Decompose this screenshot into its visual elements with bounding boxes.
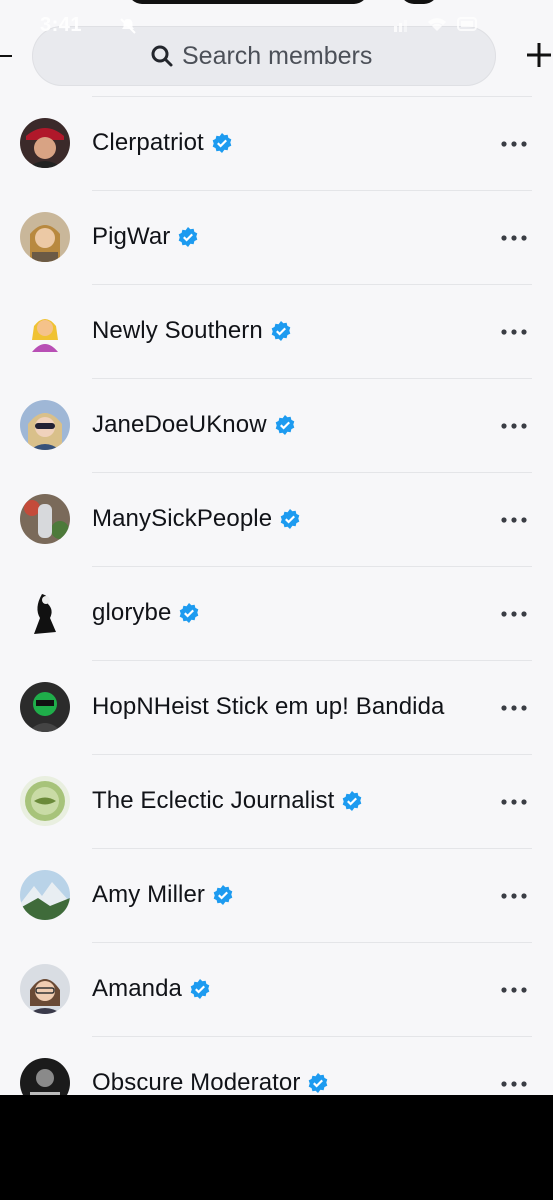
member-row[interactable]: PigWar	[0, 190, 553, 284]
member-name[interactable]: The Eclectic Journalist	[92, 787, 334, 815]
back-icon[interactable]	[0, 55, 12, 57]
member-row[interactable]: Clerpatriot	[0, 96, 553, 190]
avatar[interactable]	[20, 588, 70, 638]
verified-badge-icon	[179, 227, 198, 247]
row-divider	[92, 284, 532, 285]
verified-badge-icon	[280, 509, 300, 529]
member-name[interactable]: HopNHeist Stick em up! Bandida	[92, 693, 445, 721]
mute-bell-icon	[120, 18, 136, 34]
more-options-icon[interactable]	[500, 422, 528, 430]
member-name[interactable]: Amy Miller	[92, 881, 205, 909]
member-name[interactable]: PigWar	[92, 223, 170, 251]
status-time: 3:41	[40, 14, 83, 36]
more-options-icon[interactable]	[500, 140, 528, 148]
add-member-icon[interactable]	[524, 40, 553, 70]
more-options-icon[interactable]	[500, 798, 528, 806]
row-divider	[92, 942, 532, 943]
verified-badge-icon	[180, 603, 199, 623]
member-row[interactable]: ManySickPeople	[0, 472, 553, 566]
verified-badge-icon	[275, 415, 294, 435]
row-divider	[92, 190, 532, 191]
row-divider	[92, 848, 532, 849]
verified-badge-icon	[309, 1073, 328, 1093]
search-icon	[151, 45, 173, 67]
member-name[interactable]: Obscure Moderator	[92, 1069, 300, 1095]
more-options-icon[interactable]	[500, 704, 528, 712]
black-bar	[0, 1095, 553, 1200]
member-name[interactable]: Amanda	[92, 975, 182, 1003]
dynamic-island	[128, 0, 368, 4]
search-field[interactable]: Search members	[150, 40, 372, 72]
row-divider	[92, 754, 532, 755]
more-options-icon[interactable]	[500, 234, 528, 242]
verified-badge-icon	[212, 133, 232, 153]
avatar[interactable]	[20, 682, 70, 732]
search-placeholder: Search members	[182, 41, 373, 70]
row-divider	[92, 96, 532, 97]
more-options-icon[interactable]	[500, 328, 528, 336]
member-name[interactable]: ManySickPeople	[92, 505, 272, 533]
member-name[interactable]: glorybe	[92, 599, 171, 627]
row-divider	[92, 566, 532, 567]
status-icons	[394, 17, 477, 32]
row-divider	[92, 1036, 532, 1037]
member-row[interactable]: Amanda	[0, 942, 553, 1036]
more-options-icon[interactable]	[500, 892, 528, 900]
avatar[interactable]	[20, 118, 70, 168]
row-divider	[92, 378, 532, 379]
verified-badge-icon	[190, 979, 210, 999]
header: 3:41 Search members	[0, 0, 553, 90]
member-row[interactable]: Amy Miller	[0, 848, 553, 942]
camera-notch	[400, 0, 438, 4]
verified-badge-icon	[213, 885, 233, 905]
member-row[interactable]: JaneDoeUKnow	[0, 378, 553, 472]
more-options-icon[interactable]	[500, 516, 528, 524]
avatar[interactable]	[20, 212, 70, 262]
row-divider	[92, 472, 532, 473]
member-row[interactable]: Obscure Moderator	[0, 1036, 553, 1095]
verified-badge-icon	[271, 321, 291, 341]
member-row[interactable]: Newly Southern	[0, 284, 553, 378]
member-name[interactable]: Newly Southern	[92, 317, 263, 345]
member-row[interactable]: glorybe	[0, 566, 553, 660]
more-options-icon[interactable]	[500, 610, 528, 618]
avatar[interactable]	[20, 494, 70, 544]
members-screen: 3:41 Search members Clerpatriot PigWar N…	[0, 0, 553, 1095]
member-row[interactable]: The Eclectic Journalist	[0, 754, 553, 848]
avatar[interactable]	[20, 400, 70, 450]
row-divider	[92, 660, 532, 661]
member-row[interactable]: HopNHeist Stick em up! Bandida	[0, 660, 553, 754]
avatar[interactable]	[20, 1058, 70, 1095]
member-name[interactable]: Clerpatriot	[92, 129, 204, 157]
more-options-icon[interactable]	[500, 986, 528, 994]
avatar[interactable]	[20, 964, 70, 1014]
avatar[interactable]	[20, 776, 70, 826]
avatar[interactable]	[20, 870, 70, 920]
verified-badge-icon	[343, 791, 362, 811]
more-options-icon[interactable]	[500, 1080, 528, 1088]
member-name[interactable]: JaneDoeUKnow	[92, 411, 267, 439]
avatar[interactable]	[20, 306, 70, 356]
